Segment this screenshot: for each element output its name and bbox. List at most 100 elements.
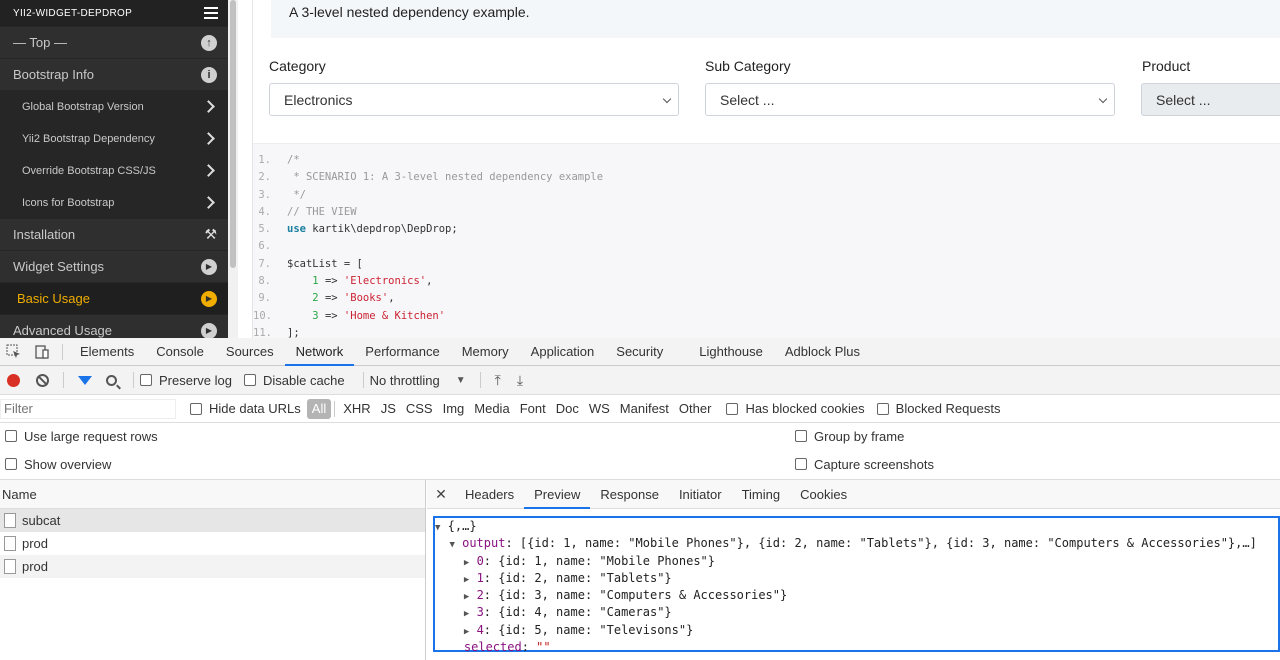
tab-console[interactable]: Console — [145, 338, 215, 366]
column-header-name[interactable]: Name — [0, 480, 425, 509]
large-rows-checkbox[interactable] — [5, 430, 17, 442]
inspect-element-icon[interactable] — [0, 338, 28, 366]
divider — [479, 372, 481, 388]
detail-tab-bar: ✕ Headers Preview Response Initiator Tim… — [427, 480, 1280, 509]
sidebar-item-yii2-bootstrap-dependency[interactable]: Yii2 Bootstrap Dependency — [0, 122, 228, 154]
capture-screenshots-checkbox[interactable] — [795, 458, 807, 470]
blocked-requests-checkbox[interactable] — [876, 402, 889, 415]
tab-adblock-plus[interactable]: Adblock Plus — [774, 338, 871, 366]
tab-elements[interactable]: Elements — [69, 338, 145, 366]
filter-type-xhr[interactable]: XHR — [338, 399, 375, 419]
product-select[interactable]: Select ... — [1141, 83, 1280, 116]
filter-type-media[interactable]: Media — [469, 399, 514, 419]
tree-root[interactable]: ▼ {,…} — [435, 519, 1278, 536]
request-list: Name subcat prod prod — [0, 480, 426, 660]
sub-category-select[interactable]: Select ... — [705, 83, 1115, 116]
tab-initiator[interactable]: Initiator — [669, 480, 732, 509]
filter-icon[interactable] — [78, 375, 92, 385]
code-line: 1 => 'Electronics', — [312, 275, 433, 288]
tree-node-item[interactable]: ▶ 4: {id: 5, name: "Televisons"} — [435, 623, 1278, 640]
blocked-cookies-checkbox[interactable] — [726, 402, 739, 415]
record-icon[interactable] — [7, 373, 20, 387]
sidebar-item-basic-usage[interactable]: Basic Usage ▶ — [0, 282, 228, 314]
disable-cache-checkbox[interactable] — [243, 374, 256, 386]
filter-type-ws[interactable]: WS — [584, 399, 615, 419]
filter-type-js[interactable]: JS — [376, 399, 401, 419]
sidebar-item-override-bootstrap[interactable]: Override Bootstrap CSS/JS — [0, 154, 228, 186]
large-rows-option[interactable]: Use large request rows — [5, 429, 158, 444]
tab-response[interactable]: Response — [590, 480, 669, 509]
collapsed-triangle-icon[interactable]: ▶ — [464, 627, 469, 637]
tree-node-output[interactable]: ▼ output: [{id: 1, name: "Mobile Phones"… — [435, 536, 1278, 553]
tab-performance[interactable]: Performance — [354, 338, 450, 366]
hide-data-urls-checkbox[interactable] — [190, 402, 202, 415]
sidebar-item-installation[interactable]: Installation ⚒ — [0, 218, 228, 250]
sidebar-item-global-bootstrap-version[interactable]: Global Bootstrap Version — [0, 90, 228, 122]
json-index: 0 — [476, 553, 484, 568]
clear-icon[interactable] — [36, 373, 49, 387]
tab-network[interactable]: Network — [284, 338, 355, 366]
sidebar-item-top[interactable]: — Top — ↑ — [0, 26, 228, 58]
show-overview-option[interactable]: Show overview — [5, 457, 111, 472]
menu-icon[interactable] — [204, 7, 218, 19]
capture-screenshots-option[interactable]: Capture screenshots — [795, 457, 934, 472]
divider — [62, 343, 63, 360]
request-row[interactable]: prod — [0, 532, 425, 555]
tree-node-item[interactable]: ▶ 1: {id: 2, name: "Tablets"} — [435, 571, 1278, 588]
tab-application[interactable]: Application — [520, 338, 606, 366]
filter-type-other[interactable]: Other — [674, 399, 717, 419]
collapsed-triangle-icon[interactable]: ▶ — [464, 575, 469, 585]
request-row[interactable]: prod — [0, 555, 425, 578]
sidebar-item-advanced-usage[interactable]: Advanced Usage ▶ — [0, 314, 228, 338]
filter-type-img[interactable]: Img — [438, 399, 470, 419]
chevron-right-icon — [202, 164, 215, 177]
json-preview: ▼ {,…} ▼ output: [{id: 1, name: "Mobile … — [433, 516, 1280, 654]
filter-type-font[interactable]: Font — [515, 399, 551, 419]
tab-memory[interactable]: Memory — [451, 338, 520, 366]
play-circle-icon: ▶ — [201, 258, 217, 275]
web-page: Yii2-widget-depdrop — Top — ↑ Bootstrap … — [0, 0, 1280, 338]
sidebar-scrollbar[interactable] — [228, 0, 238, 338]
group-by-frame-checkbox[interactable] — [795, 430, 807, 442]
json-index: 2 — [476, 588, 484, 603]
sidebar-item-label: Bootstrap Info — [13, 67, 94, 82]
tab-timing[interactable]: Timing — [732, 480, 791, 509]
scrollbar-thumb[interactable] — [230, 0, 236, 268]
filter-type-all[interactable]: All — [306, 398, 332, 419]
filter-input[interactable] — [0, 398, 176, 419]
search-icon[interactable] — [106, 374, 117, 386]
preserve-log-checkbox[interactable] — [140, 374, 152, 386]
file-icon — [4, 536, 16, 551]
show-overview-checkbox[interactable] — [5, 458, 17, 470]
tab-preview[interactable]: Preview — [524, 480, 591, 509]
import-har-icon[interactable]: ⤒ — [495, 372, 501, 389]
tree-node-item[interactable]: ▶ 2: {id: 3, name: "Computers & Accessor… — [435, 588, 1278, 605]
sidebar-item-widget-settings[interactable]: Widget Settings ▶ — [0, 250, 228, 282]
filter-type-manifest[interactable]: Manifest — [615, 399, 674, 419]
tab-cookies[interactable]: Cookies — [790, 480, 857, 509]
throttling-select[interactable]: No throttling ▼ — [370, 373, 466, 388]
export-har-icon[interactable]: ⤓ — [517, 372, 523, 389]
expand-triangle-icon[interactable]: ▼ — [449, 540, 454, 550]
close-icon[interactable]: ✕ — [427, 486, 455, 503]
select-value: Select ... — [1156, 92, 1211, 108]
collapsed-triangle-icon[interactable]: ▶ — [464, 609, 469, 619]
collapsed-triangle-icon[interactable]: ▶ — [464, 592, 469, 602]
tree-node-item[interactable]: ▶ 0: {id: 1, name: "Mobile Phones"} — [435, 554, 1278, 571]
filter-type-doc[interactable]: Doc — [551, 399, 584, 419]
tab-security[interactable]: Security — [605, 338, 674, 366]
tab-lighthouse[interactable]: Lighthouse — [688, 338, 774, 366]
request-row[interactable]: subcat — [0, 509, 425, 532]
filter-type-css[interactable]: CSS — [401, 399, 438, 419]
expand-triangle-icon[interactable]: ▼ — [435, 523, 440, 533]
line-number: 6. — [258, 240, 271, 253]
tree-node-item[interactable]: ▶ 3: {id: 4, name: "Cameras"} — [435, 605, 1278, 622]
sidebar-item-bootstrap-info[interactable]: Bootstrap Info i — [0, 58, 228, 90]
tab-sources[interactable]: Sources — [215, 338, 285, 366]
collapsed-triangle-icon[interactable]: ▶ — [464, 558, 469, 568]
sidebar-item-icons-for-bootstrap[interactable]: Icons for Bootstrap — [0, 186, 228, 218]
tab-headers[interactable]: Headers — [455, 480, 524, 509]
device-toolbar-icon[interactable] — [28, 338, 56, 366]
category-select[interactable]: Electronics — [269, 83, 679, 116]
group-by-frame-option[interactable]: Group by frame — [795, 429, 904, 444]
